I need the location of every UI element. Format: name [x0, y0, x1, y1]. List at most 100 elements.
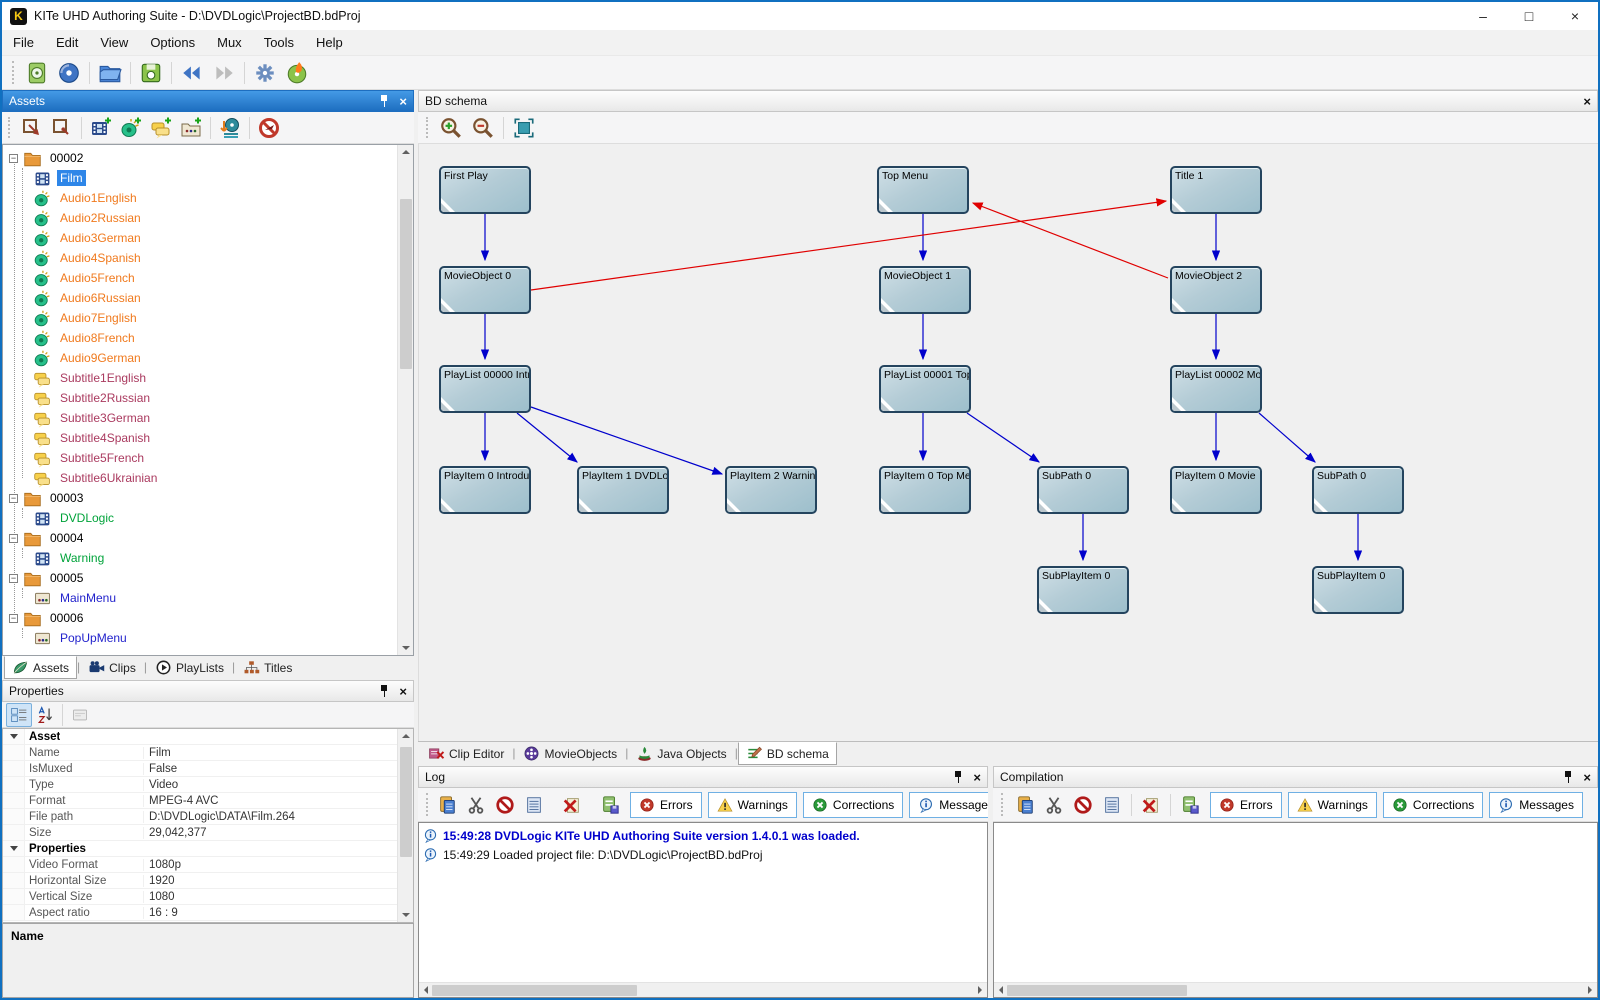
open-disc-button[interactable]: [53, 59, 85, 87]
export-button[interactable]: [1176, 793, 1204, 817]
tree-item-MainMenu[interactable]: MainMenu: [33, 588, 397, 608]
schema-node-playitem-0-introduction[interactable]: PlayItem 0 Introduction: [439, 466, 531, 514]
details-button[interactable]: [520, 793, 548, 817]
pin-icon[interactable]: [1563, 771, 1573, 783]
copy-button[interactable]: [1011, 793, 1039, 817]
pin-icon[interactable]: [379, 95, 389, 107]
tree-folder-00005[interactable]: − 00005: [7, 568, 397, 588]
close-icon[interactable]: ×: [973, 771, 981, 784]
undo-button[interactable]: [176, 59, 208, 87]
compilation-hscrollbar[interactable]: [994, 982, 1597, 997]
menu-item-options[interactable]: Options: [139, 31, 206, 54]
scroll-thumb[interactable]: [399, 199, 412, 369]
redo-button[interactable]: [208, 59, 240, 87]
schema-node-playitem-2-warning[interactable]: PlayItem 2 Warning: [725, 466, 817, 514]
filter-corrections-button[interactable]: Corrections: [1382, 791, 1484, 818]
tree-item-Subtitle2Russian[interactable]: Subtitle2Russian: [33, 388, 397, 408]
properties-scrollbar[interactable]: [397, 729, 413, 922]
add-video-button[interactable]: [86, 115, 116, 141]
tab-titles[interactable]: Titles: [235, 656, 300, 679]
schema-node-first-play[interactable]: First Play: [439, 166, 531, 214]
tree-item-Audio7English[interactable]: Audio7English: [33, 308, 397, 328]
close-button[interactable]: ×: [1552, 2, 1598, 30]
tree-item-Audio9German[interactable]: Audio9German: [33, 348, 397, 368]
scroll-right-icon[interactable]: [1588, 986, 1592, 994]
schema-node-movieobject-0[interactable]: MovieObject 0: [439, 266, 531, 314]
filter-warnings-button[interactable]: Warnings: [707, 791, 797, 818]
scroll-left-icon[interactable]: [424, 986, 428, 994]
filter-messages-button[interactable]: Messages: [1489, 791, 1583, 818]
close-icon[interactable]: ×: [1583, 771, 1591, 784]
group-chevron[interactable]: [3, 841, 25, 856]
pin-icon[interactable]: [953, 771, 963, 783]
schema-node-playitem-0-topmenu[interactable]: PlayItem 0 Top Menu: [879, 466, 971, 514]
scroll-left-icon[interactable]: [999, 986, 1003, 994]
scroll-up-icon[interactable]: [401, 734, 410, 738]
add-subtitle-button[interactable]: [146, 115, 176, 141]
tree-item-Audio2Russian[interactable]: Audio2Russian: [33, 208, 397, 228]
tree-item-Audio3German[interactable]: Audio3German: [33, 228, 397, 248]
block-button[interactable]: [491, 793, 519, 817]
scroll-thumb[interactable]: [432, 984, 637, 996]
add-audio-button[interactable]: [116, 115, 146, 141]
zoom-in-button[interactable]: [435, 114, 467, 142]
tab-java-objects[interactable]: Java Objects: [628, 742, 734, 765]
property-group-asset[interactable]: Asset: [3, 729, 397, 745]
property-row[interactable]: Horizontal Size 1920: [3, 873, 397, 889]
cut-button[interactable]: [1040, 793, 1068, 817]
schema-node-title-1[interactable]: Title 1: [1170, 166, 1262, 214]
close-icon[interactable]: ×: [399, 95, 407, 108]
scroll-down-icon[interactable]: [401, 646, 410, 650]
filter-errors-button[interactable]: Errors: [1210, 791, 1282, 818]
demux-button[interactable]: [215, 115, 245, 141]
filter-corrections-button[interactable]: Corrections: [802, 791, 904, 818]
tree-item-Subtitle5French[interactable]: Subtitle5French: [33, 448, 397, 468]
schema-node-movieobject-2[interactable]: MovieObject 2: [1170, 266, 1262, 314]
property-row[interactable]: Format MPEG-4 AVC: [3, 793, 397, 809]
tree-folder-00002[interactable]: − 00002: [7, 148, 397, 168]
import-folder-button[interactable]: [47, 115, 77, 141]
schema-node-playitem-0-movie[interactable]: PlayItem 0 Movie: [1170, 466, 1262, 514]
maximize-button[interactable]: □: [1506, 2, 1552, 30]
scroll-down-icon[interactable]: [401, 913, 410, 917]
collapse-icon[interactable]: −: [9, 153, 18, 163]
categorized-button[interactable]: [6, 702, 32, 727]
collapse-icon[interactable]: −: [9, 573, 18, 583]
tree-item-Audio5French[interactable]: Audio5French: [33, 268, 397, 288]
property-group-properties[interactable]: Properties: [3, 841, 397, 857]
property-row[interactable]: Vertical Size 1080: [3, 889, 397, 905]
minimize-button[interactable]: –: [1460, 2, 1506, 30]
property-row[interactable]: File path D:\DVDLogic\DATA\Film.264: [3, 809, 397, 825]
collapse-icon[interactable]: −: [9, 493, 18, 503]
new-project-button[interactable]: [21, 59, 53, 87]
close-icon[interactable]: ×: [1583, 95, 1591, 108]
fit-screen-button[interactable]: [508, 114, 540, 142]
tree-folder-00004[interactable]: − 00004: [7, 528, 397, 548]
property-row[interactable]: Type Video: [3, 777, 397, 793]
group-chevron[interactable]: [3, 729, 25, 744]
burn-button[interactable]: [281, 59, 313, 87]
tree-folder-00006[interactable]: − 00006: [7, 608, 397, 628]
property-row[interactable]: Aspect ratio 16 : 9: [3, 905, 397, 921]
cut-button[interactable]: [462, 793, 490, 817]
schema-node-playlist-00001[interactable]: PlayList 00001 Top Me: [879, 365, 971, 413]
filter-errors-button[interactable]: Errors: [630, 791, 702, 818]
tab-movieobjects[interactable]: MovieObjects: [515, 742, 625, 765]
zoom-out-button[interactable]: [467, 114, 499, 142]
tab-bd-schema[interactable]: BD schema: [737, 742, 837, 765]
filter-warnings-button[interactable]: Warnings: [1287, 791, 1377, 818]
schema-node-playitem-1-dvdlogic[interactable]: PlayItem 1 DVDLogic: [577, 466, 669, 514]
schema-node-subpath-0-b[interactable]: SubPath 0: [1312, 466, 1404, 514]
schema-node-top-menu[interactable]: Top Menu: [877, 166, 969, 214]
delete-all-button[interactable]: [558, 793, 586, 817]
menu-item-tools[interactable]: Tools: [253, 31, 305, 54]
assets-tree-scrollbar[interactable]: [397, 145, 413, 655]
import-file-button[interactable]: [17, 115, 47, 141]
tab-clips[interactable]: Clips: [80, 656, 144, 679]
property-row[interactable]: Video Format 1080p: [3, 857, 397, 873]
tree-item-Audio1English[interactable]: Audio1English: [33, 188, 397, 208]
close-icon[interactable]: ×: [399, 685, 407, 698]
save-project-button[interactable]: [135, 59, 167, 87]
tree-folder-00003[interactable]: − 00003: [7, 488, 397, 508]
export-button[interactable]: [596, 793, 624, 817]
